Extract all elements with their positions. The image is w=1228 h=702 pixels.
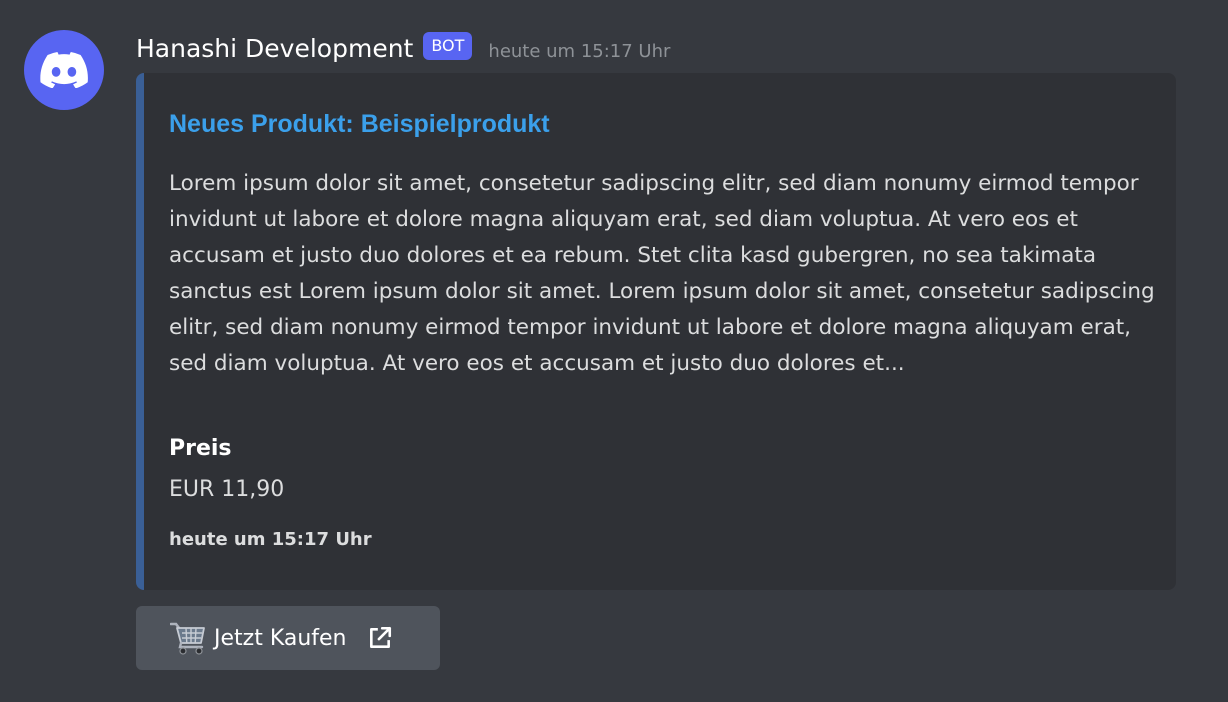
bot-badge: BOT (423, 32, 473, 60)
embed-title[interactable]: Neues Produkt: Beispielprodukt (169, 110, 550, 139)
message-timestamp[interactable]: heute um 15:17 Uhr (488, 41, 670, 62)
chat-message: Hanashi Development BOT heute um 15:17 U… (0, 0, 1228, 702)
buy-button-label: Jetzt Kaufen (214, 625, 347, 651)
embed-description: Lorem ipsum dolor sit amet, consetetur s… (169, 171, 1155, 376)
embed: Neues Produkt: Beispielprodukt Lorem ips… (136, 73, 1176, 590)
buy-now-button[interactable]: Jetzt Kaufen (136, 606, 440, 670)
message-header: Hanashi Development BOT heute um 15:17 U… (136, 28, 670, 68)
avatar[interactable] (24, 30, 104, 110)
external-link-icon (367, 625, 393, 651)
embed-field-value: EUR 11,90 (169, 477, 285, 502)
embed-footer: heute um 15:17 Uhr (169, 529, 372, 550)
discord-logo-icon (40, 52, 88, 88)
author-name[interactable]: Hanashi Development (136, 34, 413, 63)
embed-field-name: Preis (169, 436, 232, 461)
shopping-cart-icon (170, 620, 206, 656)
